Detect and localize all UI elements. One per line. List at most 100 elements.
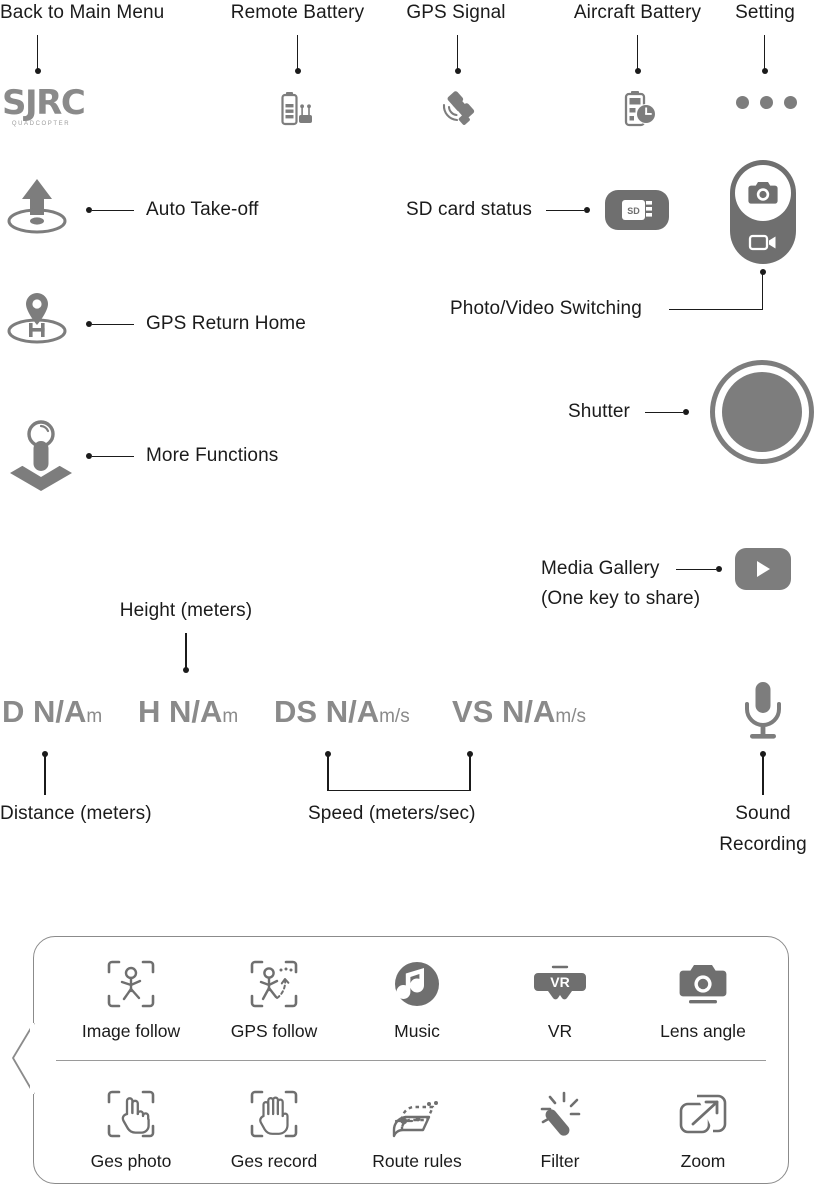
- joystick-more-functions-icon[interactable]: [6, 417, 76, 498]
- dot-2: [760, 96, 773, 109]
- label-sound-recording-line1: Sound: [735, 803, 791, 824]
- photo-mode-button[interactable]: [735, 165, 791, 221]
- telemetry-distance-unit: m: [86, 706, 103, 727]
- leader-line-auto-takeoff: [92, 209, 134, 211]
- gesture-record-icon: [214, 1085, 334, 1143]
- label-distance-meters: Distance (meters): [0, 803, 152, 824]
- leader-dot-shutter: [683, 409, 689, 415]
- vr-badge-text: VR: [550, 974, 569, 990]
- function-music[interactable]: Music: [357, 955, 477, 1042]
- function-label: Ges photo: [90, 1151, 172, 1171]
- leader-line-height: [185, 633, 187, 669]
- lens-angle-camera-icon: [643, 955, 763, 1013]
- label-more-functions: More Functions: [146, 445, 279, 466]
- remote-battery-icon[interactable]: [276, 85, 322, 136]
- photo-video-toggle-icon[interactable]: [730, 160, 796, 264]
- auto-takeoff-icon[interactable]: [4, 173, 70, 248]
- telemetry-height: H N/Am: [138, 694, 238, 730]
- function-ges-record[interactable]: Ges record: [214, 1085, 334, 1172]
- zoom-expand-icon: [643, 1085, 763, 1143]
- label-sd-card-status: SD card status: [406, 199, 533, 220]
- filter-wand-icon: [500, 1085, 620, 1143]
- gps-follow-icon: [214, 955, 334, 1013]
- leader-dot-aircraft-battery: [634, 68, 641, 74]
- telemetry-distance-key: D: [2, 694, 25, 729]
- play-media-gallery-icon[interactable]: [735, 548, 791, 590]
- telemetry-height-key: H: [138, 694, 161, 729]
- brand-tagline: QUADCOPTER: [11, 121, 71, 127]
- dot-3: [784, 96, 797, 109]
- function-label: Image follow: [81, 1021, 181, 1041]
- gesture-photo-icon: [71, 1085, 191, 1143]
- sd-badge-text: SD: [627, 206, 640, 216]
- leader-line-more-functions: [92, 455, 134, 457]
- telemetry-height-unit: m: [222, 706, 239, 727]
- gps-satellite-icon[interactable]: [436, 85, 482, 136]
- leader-line-gps-return-home: [92, 323, 134, 325]
- function-vr[interactable]: VR VR: [500, 955, 620, 1042]
- label-speed-meters-per-sec: Speed (meters/sec): [308, 803, 476, 824]
- telemetry-vs-value: N/A: [501, 694, 556, 729]
- telemetry-distance-speed: DS N/Am/s: [274, 694, 410, 730]
- shutter-inner-circle: [722, 372, 802, 452]
- function-image-follow[interactable]: Image follow: [71, 955, 191, 1042]
- leader-line-distance: [44, 756, 46, 795]
- header-label-aircraft-battery: Aircraft Battery: [573, 2, 702, 23]
- label-gps-return-home: GPS Return Home: [146, 313, 306, 334]
- vr-goggles-icon: VR: [500, 955, 620, 1013]
- telemetry-height-value: N/A: [169, 694, 223, 729]
- telemetry-ds-unit: m/s: [379, 706, 410, 727]
- panel-left-notch-icon: [12, 1022, 35, 1095]
- function-label: Lens angle: [660, 1021, 746, 1041]
- sjrc-logo-icon[interactable]: SJRC QUADCOPTER: [2, 86, 94, 132]
- function-label: Filter: [540, 1151, 580, 1171]
- sd-card-icon[interactable]: SD: [605, 190, 669, 230]
- label-sound-recording-line2: Recording: [719, 834, 807, 855]
- gps-return-home-icon[interactable]: [4, 287, 70, 358]
- image-follow-icon: [71, 955, 191, 1013]
- label-photo-video-switching: Photo/Video Switching: [450, 298, 642, 319]
- label-height-meters: Height (meters): [119, 600, 253, 621]
- microphone-icon[interactable]: [737, 678, 789, 753]
- function-route-rules[interactable]: Route rules: [357, 1085, 477, 1172]
- diagram-canvas: Back to Main Menu Remote Battery GPS Sig…: [0, 0, 820, 1203]
- header-label-setting: Setting: [735, 2, 795, 23]
- leader-line-photo-video-v: [761, 272, 764, 309]
- shutter-button-icon[interactable]: [710, 360, 814, 464]
- telemetry-vertical-speed: VS N/Am/s: [452, 694, 586, 730]
- leader-dot-height: [183, 667, 189, 673]
- header-label-gps-signal: GPS Signal: [406, 2, 506, 23]
- function-ges-photo[interactable]: Ges photo: [71, 1085, 191, 1172]
- more-dots-icon[interactable]: [736, 96, 797, 109]
- dot-1: [736, 96, 749, 109]
- function-filter[interactable]: Filter: [500, 1085, 620, 1172]
- telemetry-ds-value: N/A: [325, 694, 380, 729]
- aircraft-battery-clock-icon[interactable]: [616, 85, 662, 136]
- function-lens-angle[interactable]: Lens angle: [643, 955, 763, 1042]
- leader-line-gps-signal: [457, 35, 459, 70]
- function-gps-follow[interactable]: GPS follow: [214, 955, 334, 1042]
- telemetry-ds-key: DS: [274, 694, 318, 729]
- telemetry-distance-value: N/A: [33, 694, 87, 729]
- leader-line-main-menu: [37, 35, 39, 70]
- leader-dot-gps-signal: [454, 68, 461, 74]
- label-media-gallery-line2: (One key to share): [541, 588, 701, 609]
- leader-line-setting: [764, 35, 766, 70]
- function-panel-divider: [56, 1060, 766, 1062]
- header-label-back-to-main-menu: Back to Main Menu: [0, 2, 165, 23]
- function-label: GPS follow: [230, 1021, 318, 1041]
- function-label: Zoom: [680, 1151, 726, 1171]
- function-label: Ges record: [230, 1151, 318, 1171]
- leader-dot-main-menu: [34, 68, 41, 74]
- music-note-icon: [357, 955, 477, 1013]
- label-shutter: Shutter: [568, 401, 630, 422]
- leader-line-photo-video-h: [669, 308, 763, 310]
- leader-dot-photo-video: [759, 269, 766, 275]
- function-label: Route rules: [372, 1151, 462, 1171]
- label-auto-takeoff: Auto Take-off: [146, 199, 259, 220]
- function-zoom[interactable]: Zoom: [643, 1085, 763, 1172]
- leader-line-speed-left: [327, 756, 329, 791]
- leader-line-aircraft-battery: [637, 35, 639, 70]
- leader-line-media-gallery: [676, 568, 716, 570]
- video-mode-button[interactable]: [730, 222, 796, 262]
